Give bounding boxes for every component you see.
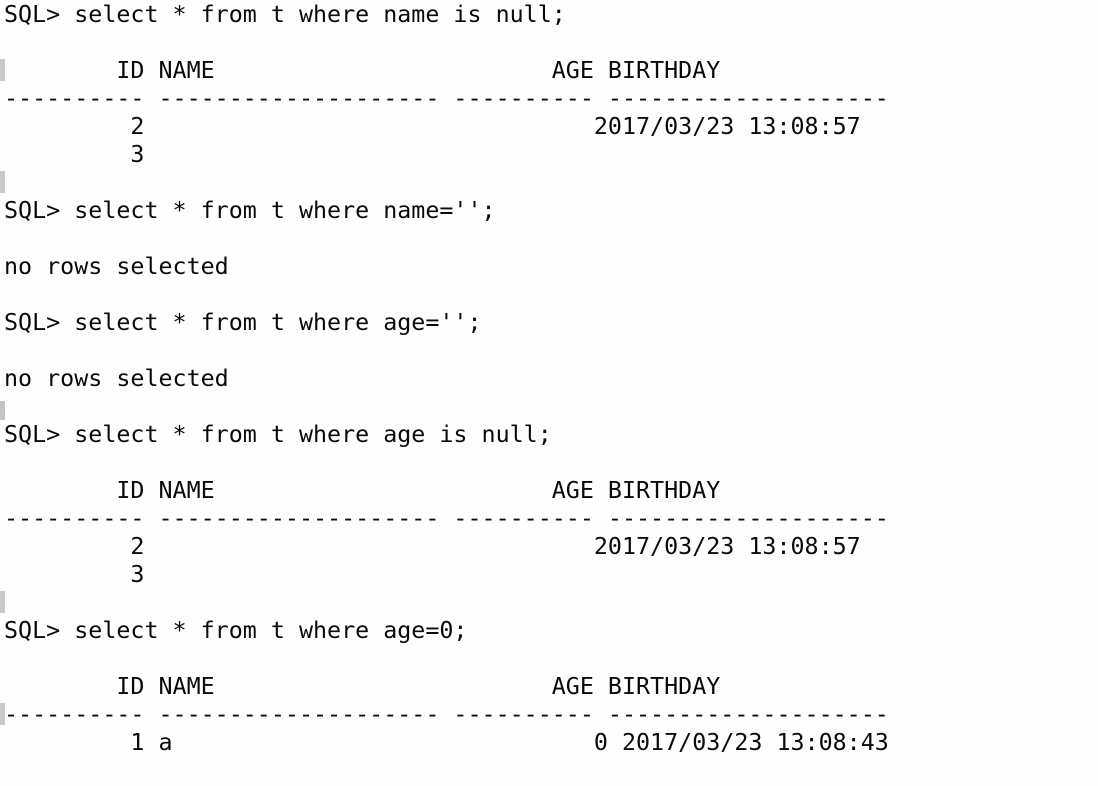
terminal-line: ID NAME AGE BIRTHDAY xyxy=(4,672,721,700)
terminal-line: 2 2017/03/23 13:08:57 xyxy=(4,532,861,560)
terminal-line: 3 xyxy=(4,560,145,588)
terminal-line: 3 xyxy=(4,140,145,168)
terminal-line xyxy=(0,168,1098,196)
terminal-line: 1 a 0 2017/03/23 13:08:43 xyxy=(4,728,889,756)
terminal-line xyxy=(0,392,1098,420)
terminal-line: ---------- -------------------- --------… xyxy=(4,84,889,112)
terminal-line: ID NAME AGE BIRTHDAY xyxy=(0,56,1098,84)
terminal-line: SQL> select * from t where age=0; xyxy=(4,616,468,644)
terminal-line: SQL> select * from t where age is null; xyxy=(4,420,552,448)
terminal-line: no rows selected xyxy=(4,252,229,280)
terminal-line: ID NAME AGE BIRTHDAY xyxy=(4,476,721,504)
terminal-line: 2 2017/03/23 13:08:57 xyxy=(4,112,861,140)
terminal-line: SQL> select * from t where name is null; xyxy=(4,0,566,28)
terminal-line: SQL> select * from t where age=''; xyxy=(4,308,482,336)
terminal-line xyxy=(0,588,1098,616)
terminal-line: ---------- -------------------- --------… xyxy=(4,504,889,532)
terminal-screen[interactable]: SQL> select * from t where name is null;… xyxy=(0,0,1098,786)
terminal-line: SQL> select * from t where name=''; xyxy=(4,196,496,224)
terminal-line: ---------- -------------------- --------… xyxy=(0,700,1098,728)
terminal-line: no rows selected xyxy=(4,364,229,392)
